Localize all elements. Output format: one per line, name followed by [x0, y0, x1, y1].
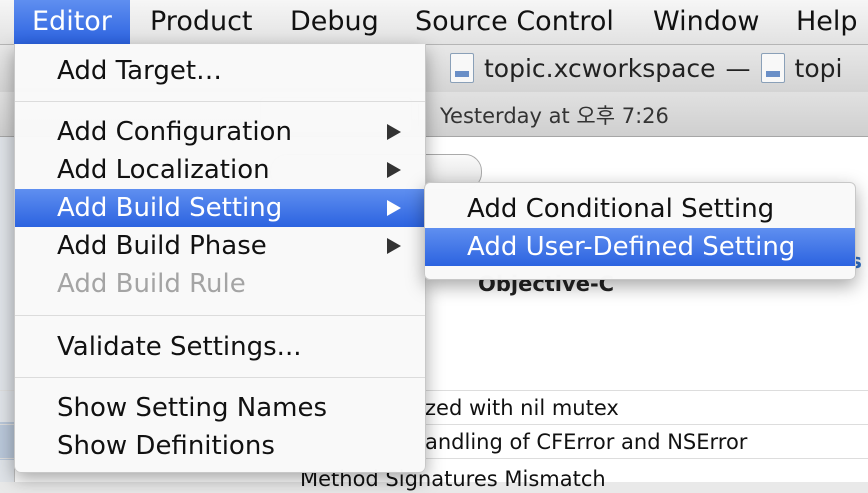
- menu-debug[interactable]: Debug: [272, 0, 397, 44]
- menu-item-add-localization[interactable]: Add Localization: [15, 151, 425, 189]
- submenu-arrow-icon: [387, 124, 401, 140]
- menu-item-label: Add Build Setting: [57, 193, 283, 223]
- submenu-arrow-icon: [387, 200, 401, 216]
- menu-item-label: Show Definitions: [57, 431, 275, 461]
- menu-separator: [15, 315, 425, 316]
- menu-item-validate-settings[interactable]: Validate Settings...: [15, 328, 425, 366]
- workspace-icon: [450, 53, 474, 83]
- menu-item-label: Add User-Defined Setting: [467, 232, 796, 262]
- add-build-setting-submenu: Add Conditional Setting Add User-Defined…: [424, 182, 856, 280]
- setting-name: andling of CFError and NSError: [425, 430, 748, 454]
- menu-item-add-build-phase[interactable]: Add Build Phase: [15, 227, 425, 265]
- menu-separator: [15, 377, 425, 378]
- workspace-title: topic.xcworkspace: [484, 53, 716, 83]
- submenu-arrow-icon: [387, 238, 401, 254]
- menu-item-add-target[interactable]: Add Target…: [15, 52, 425, 90]
- menu-item-label: Add Localization: [57, 155, 270, 185]
- menu-item-show-definitions[interactable]: Show Definitions: [15, 427, 425, 465]
- submenu-arrow-icon: [387, 162, 401, 178]
- menu-item-add-conditional-setting[interactable]: Add Conditional Setting: [425, 190, 855, 228]
- menu-item-label: Show Setting Names: [57, 393, 328, 423]
- menu-separator: [15, 101, 425, 102]
- menu-item-add-build-setting[interactable]: Add Build Setting: [15, 189, 425, 227]
- setting-name: zed with nil mutex: [425, 396, 619, 420]
- editor-menu: Add Target… Add Configuration Add Locali…: [14, 44, 426, 473]
- menu-window[interactable]: Window: [635, 0, 777, 44]
- menu-help[interactable]: Help: [778, 0, 868, 44]
- menu-item-label: Add Build Phase: [57, 231, 267, 261]
- title-separator: —: [725, 53, 751, 83]
- menu-item-add-build-rule: Add Build Rule: [15, 265, 425, 303]
- menu-item-add-configuration[interactable]: Add Configuration: [15, 113, 425, 151]
- window-title: topic.xcworkspace — topi: [450, 50, 842, 86]
- project-icon: [760, 53, 785, 83]
- menu-source-control[interactable]: Source Control: [397, 0, 632, 44]
- menu-item-label: Add Configuration: [57, 117, 292, 147]
- menu-product[interactable]: Product: [132, 0, 271, 44]
- menu-editor[interactable]: Editor: [14, 0, 130, 44]
- menu-item-label: Add Conditional Setting: [467, 194, 775, 224]
- menu-item-label: Validate Settings...: [57, 332, 302, 362]
- menu-item-show-setting-names[interactable]: Show Setting Names: [15, 389, 425, 427]
- build-timestamp: Yesterday at 오후 7:26: [440, 104, 669, 128]
- menu-item-label: Add Build Rule: [57, 269, 246, 299]
- project-title: topi: [794, 53, 843, 83]
- menu-item-add-user-defined-setting[interactable]: Add User-Defined Setting: [425, 228, 855, 266]
- menu-item-label: Add Target…: [57, 56, 223, 86]
- menu-bar: Editor Product Debug Source Control Wind…: [0, 0, 868, 45]
